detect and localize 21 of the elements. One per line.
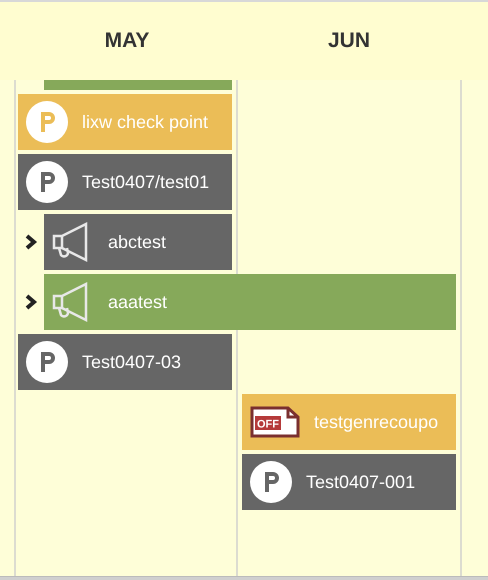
month-header: MAY <box>104 29 150 53</box>
event-bar[interactable]: OFF testgenrecoupo <box>242 394 456 450</box>
event-label: aaatest <box>108 292 168 312</box>
event-label: testgenrecoupo <box>314 412 438 432</box>
chevron-icon[interactable] <box>24 234 38 250</box>
event-bar[interactable]: Test0407-001 <box>242 454 456 510</box>
event-label: Test0407-001 <box>306 472 416 492</box>
parking-icon <box>26 161 68 203</box>
chevron-icon[interactable] <box>24 294 38 310</box>
parking-icon <box>26 101 68 143</box>
coupon-icon: OFF <box>250 404 300 440</box>
parking-icon <box>250 461 292 503</box>
event-label: Test0407/test01 <box>82 172 210 192</box>
parking-icon <box>26 341 68 383</box>
event-label: lixw check point <box>82 112 208 132</box>
event-bar[interactable]: abctest <box>44 214 232 270</box>
event-label: Test0407-03 <box>82 352 182 372</box>
event-label: abctest <box>108 232 166 252</box>
month-header: JUN <box>328 29 370 53</box>
event-bar[interactable]: Test0407/test01 <box>18 154 232 210</box>
event-bar[interactable]: Test0407-03 <box>18 334 232 390</box>
